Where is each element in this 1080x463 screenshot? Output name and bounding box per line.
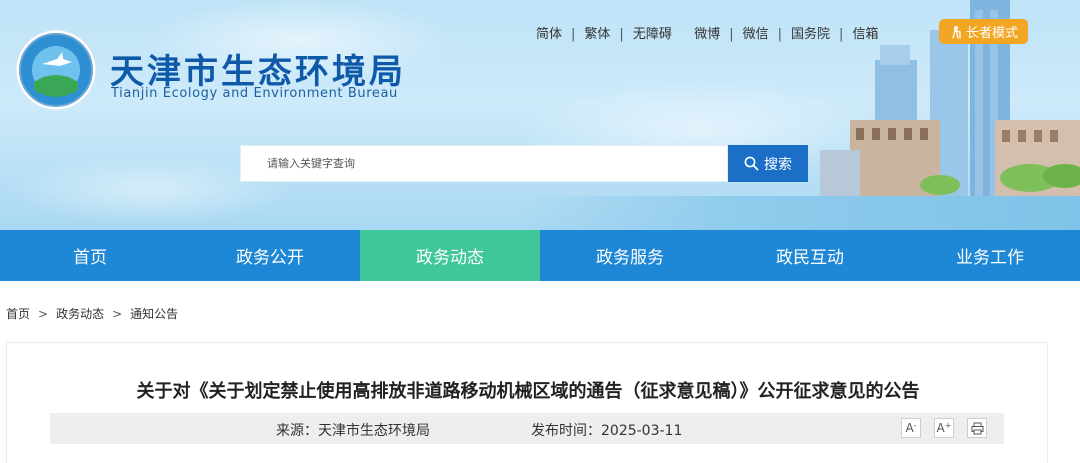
link-weibo[interactable]: 微博 xyxy=(694,23,720,42)
article-title: 关于对《关于划定禁止使用高排放非道路移动机械区域的通告（征求意见稿）》公开征求意… xyxy=(136,381,920,402)
breadcrumb-separator: > xyxy=(112,307,123,321)
site-subtitle: Tianjin Ecology and Environment Bureau xyxy=(111,86,398,101)
printer-icon xyxy=(971,422,983,434)
decrease-font-button[interactable]: A- xyxy=(901,418,921,438)
search-field[interactable] xyxy=(240,145,728,182)
breadcrumb-separator: > xyxy=(38,307,49,321)
separator: | xyxy=(777,27,783,42)
article-publish-date: 发布时间：2025-03-11 xyxy=(531,423,683,439)
separator: | xyxy=(839,27,844,42)
article-source: 来源：天津市生态环境局 xyxy=(276,423,430,439)
breadcrumb-home[interactable]: 首页 xyxy=(6,307,30,321)
increase-font-button[interactable]: A + xyxy=(934,418,954,438)
top-links: 简体|繁体|无障碍|微博|微信|国务院|信箱 xyxy=(536,23,878,42)
link-wechat[interactable]: 微信 xyxy=(743,23,769,42)
decrease-font-label: A xyxy=(905,421,914,435)
main-nav: 首页 政务公开 政务动态 政务服务 政民互动 业务工作 xyxy=(0,230,1080,281)
link-state-council[interactable]: 国务院 xyxy=(791,23,830,42)
nav-item-business-work[interactable]: 业务工作 xyxy=(900,230,1080,281)
elder-icon xyxy=(952,25,961,39)
link-mailbox[interactable]: 信箱 xyxy=(852,23,878,42)
separator: | xyxy=(619,27,624,42)
minus-sign: - xyxy=(913,420,917,430)
nav-item-home[interactable]: 首页 xyxy=(0,230,180,281)
separator: | xyxy=(729,27,734,42)
nav-item-government-services[interactable]: 政务服务 xyxy=(540,230,720,281)
nav-item-public-interaction[interactable]: 政民互动 xyxy=(720,230,900,281)
breadcrumb: 首页 > 政务动态 > 通知公告 xyxy=(6,305,178,322)
search-button-label: 搜索 xyxy=(764,156,792,173)
bureau-emblem-icon[interactable] xyxy=(14,28,98,112)
link-accessibility[interactable]: 无障碍 xyxy=(633,23,672,42)
search-button[interactable]: 搜索 xyxy=(728,145,808,182)
breadcrumb-notices[interactable]: 通知公告 xyxy=(130,307,178,321)
breadcrumb-government-news[interactable]: 政务动态 xyxy=(56,307,104,321)
river-water xyxy=(520,196,1080,230)
search-icon xyxy=(744,156,759,171)
search-input[interactable] xyxy=(241,146,727,181)
increase-font-label: A xyxy=(936,421,945,435)
print-button[interactable] xyxy=(967,418,987,438)
article-meta-bar: 来源：天津市生态环境局 发布时间：2025-03-11 A- A + xyxy=(50,413,1004,444)
plus-sign: + xyxy=(944,420,952,430)
elder-mode-button[interactable]: 长者模式 xyxy=(939,19,1028,44)
nav-item-government-news[interactable]: 政务动态 xyxy=(360,230,540,281)
elder-mode-label: 长者模式 xyxy=(965,26,1018,41)
separator: | xyxy=(571,27,576,42)
nav-item-government-affairs-disclosure[interactable]: 政务公开 xyxy=(180,230,360,281)
link-traditional[interactable]: 繁体 xyxy=(584,23,610,42)
site-header: 天津市生态环境局 Tianjin Ecology and Environment… xyxy=(0,0,1080,230)
link-simplified[interactable]: 简体 xyxy=(536,23,562,42)
